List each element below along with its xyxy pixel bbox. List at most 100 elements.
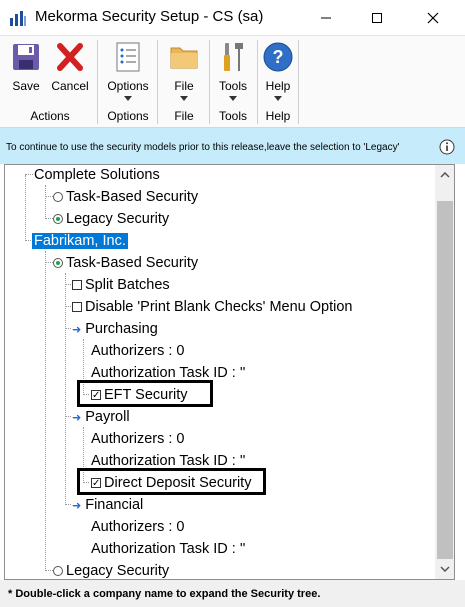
tree-node-company-complete-solutions[interactable]: Complete Solutions [34,165,160,185]
close-icon [427,12,439,24]
group-actions: Actions [30,109,70,123]
group-help: Help [265,109,291,123]
ribbon-separator [97,40,98,124]
chevron-down-icon [440,566,450,572]
tree-node-c1-task-based-security[interactable]: Task-Based Security [53,187,198,207]
options-button[interactable]: Options [104,40,152,102]
cancel-icon [57,43,83,71]
company-name: Complete Solutions [34,167,160,183]
tree-connector [65,416,71,417]
company-name: Fabrikam, Inc. [32,233,128,249]
arrow-right-icon: ➜ [72,323,82,336]
tree-connector [45,251,46,571]
group-options: Options [107,109,149,123]
scroll-up-button[interactable] [435,165,454,185]
arrow-right-icon: ➜ [72,499,82,512]
tree-node-c2-legacy-security[interactable]: Legacy Security [53,561,170,579]
close-button[interactable] [410,0,456,36]
checkbox-split-batches[interactable] [72,280,82,290]
file-dropdown-arrow-icon [180,96,188,101]
ribbon-separator [209,40,210,124]
radio-c1-legacy[interactable] [53,214,63,224]
app-icon [10,11,26,26]
vertical-scrollbar[interactable] [435,165,454,579]
save-label: Save [12,79,40,93]
tree-node-payroll-authorizers: Authorizers : 0 [91,429,185,449]
minimize-icon [321,17,331,19]
ribbon-separator [257,40,258,124]
options-icon [116,42,140,72]
module-label: Financial [85,497,144,513]
tree-connector [65,306,71,307]
tree-connector [25,175,26,241]
checkbox-disable-print-blank-checks[interactable] [72,302,82,312]
group-file: File [174,109,194,123]
cancel-button[interactable]: Cancel [50,40,90,102]
tree-node-c1-legacy-security[interactable]: Legacy Security [53,209,169,229]
footer-hint: * Double-click a company name to expand … [0,580,465,607]
tree-connector [45,570,53,571]
radio-c2-legacy[interactable] [53,566,63,576]
authorizers-label: Authorizers : 0 [91,431,185,447]
tree-connector [45,196,53,197]
help-button[interactable]: ? Help [260,40,296,102]
info-icon[interactable] [439,139,455,155]
highlight-box-direct-deposit [77,468,266,495]
window-title: Mekorma Security Setup - CS (sa) [35,8,264,25]
tree-node-disable-print-blank-checks[interactable]: Disable 'Print Blank Checks' Menu Option [72,297,352,317]
radio-c2-task-based[interactable] [53,258,63,268]
maximize-button[interactable] [354,0,400,36]
tools-dropdown-arrow-icon [229,96,237,101]
tree-node-c2-task-based-security[interactable]: Task-Based Security [53,253,198,273]
highlight-box-eft [77,380,213,407]
tree-connector [45,218,53,219]
ribbon-separator [157,40,158,124]
file-label: File [174,79,194,93]
help-label: Help [265,79,291,93]
security-tree[interactable]: Complete Solutions Task-Based Security L… [4,164,455,580]
info-message: To continue to use the security models p… [6,142,400,153]
option-label: Task-Based Security [66,189,199,205]
option-label: Split Batches [85,277,170,293]
tools-label: Tools [218,79,247,93]
module-label: Purchasing [85,321,158,337]
title-bar: Mekorma Security Setup - CS (sa) [0,0,465,36]
ribbon-separator [298,40,299,124]
ribbon-toolbar: Save Cancel Actions Options Options File… [0,36,465,128]
help-dropdown-arrow-icon [274,96,282,101]
tree-node-purchasing-authorizers: Authorizers : 0 [91,341,185,361]
tree-node-financial-task-id: Authorization Task ID : '' [91,539,245,559]
minimize-button[interactable] [303,0,349,36]
tree-node-payroll[interactable]: ➜ Payroll [72,407,130,427]
save-icon [13,44,39,70]
save-button[interactable]: Save [8,40,44,102]
option-label: Task-Based Security [66,255,199,271]
svg-text:?: ? [273,47,284,67]
tree-connector [65,273,66,505]
task-id-label: Authorization Task ID : '' [91,453,246,469]
tree-node-financial-authorizers: Authorizers : 0 [91,517,185,537]
file-button[interactable]: File [164,40,204,102]
tree-node-financial[interactable]: ➜ Financial [72,495,143,515]
group-tools: Tools [218,109,247,123]
task-id-label: Authorization Task ID : '' [91,365,246,381]
scrollbar-thumb[interactable] [437,201,453,559]
scroll-down-button[interactable] [435,559,454,579]
folder-icon [170,47,198,69]
tools-button[interactable]: Tools [213,40,253,102]
options-label: Options [107,79,149,93]
info-bar: To continue to use the security models p… [0,128,465,164]
task-id-label: Authorization Task ID : '' [91,541,246,557]
tree-connector [45,262,53,263]
tree-connector [65,284,71,285]
option-label: Disable 'Print Blank Checks' Menu Option [85,299,353,315]
tree-node-company-fabrikam[interactable]: Fabrikam, Inc. [32,231,128,251]
radio-c1-task-based[interactable] [53,192,63,202]
tree-node-purchasing[interactable]: ➜ Purchasing [72,319,158,339]
maximize-icon [372,13,382,23]
cancel-label: Cancel [51,79,89,93]
option-label: Legacy Security [66,563,170,579]
chevron-up-icon [440,172,450,178]
tree-node-split-batches[interactable]: Split Batches [72,275,170,295]
authorizers-label: Authorizers : 0 [91,519,185,535]
